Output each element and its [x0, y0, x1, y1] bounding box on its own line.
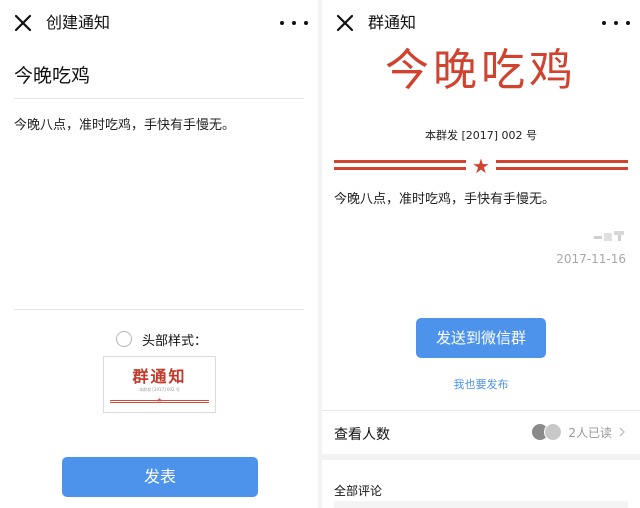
send-to-wechat-group-button[interactable]: 发送到微信群: [416, 318, 546, 358]
document-number: 本群发 [2017] 002 号: [424, 129, 538, 142]
i-also-publish-link[interactable]: 我也要发布: [322, 376, 640, 392]
publish-button[interactable]: 发表: [62, 457, 258, 497]
radio-circle-icon[interactable]: [116, 331, 132, 347]
page-title: 群通知: [368, 13, 417, 32]
viewers-label: 查看人数: [334, 427, 390, 443]
avatar: [544, 423, 563, 441]
comment-input[interactable]: [334, 501, 628, 508]
nav-bar: 群通知: [322, 0, 640, 46]
notice-date: 2017-11-16: [556, 252, 626, 266]
star-icon: ★: [466, 154, 496, 178]
more-dots-icon[interactable]: [280, 12, 308, 34]
header-style-label: 头部样式：: [142, 333, 208, 349]
notice-title-input[interactable]: 今晚吃鸡: [14, 60, 304, 92]
divider: [14, 309, 304, 310]
divider: [14, 98, 304, 99]
notice-body-input[interactable]: 今晚八点，准时吃鸡，手快有手慢无。: [14, 116, 304, 296]
group-notice-screen: 群通知 今晚吃鸡 本群发 [2017] 002 号 ★ 今晚八点，准时吃鸡，手快…: [322, 0, 640, 508]
header-style-thumbnail[interactable]: 群通知 本群发 [2017] 002 号 ★: [103, 356, 216, 413]
header-style-option[interactable]: 头部样式：: [116, 328, 207, 350]
nav-bar: 创建通知: [0, 0, 318, 46]
divider: [322, 410, 640, 411]
page-title: 创建通知: [46, 13, 111, 32]
viewers-row[interactable]: 2人已读: [532, 421, 628, 443]
notice-headline: 今晚吃鸡: [385, 45, 577, 96]
notice-body: 今晚八点，准时吃鸡，手快有手慢无。: [334, 192, 556, 207]
all-comments-label: 全部评论: [334, 484, 383, 498]
star-icon: ★: [156, 397, 163, 404]
read-count: 2人已读: [568, 425, 612, 440]
signature-icon: [594, 231, 624, 241]
close-icon[interactable]: [12, 12, 34, 34]
thumbnail-subtitle: 本群发 [2017] 002 号: [139, 387, 180, 392]
more-dots-icon[interactable]: [602, 12, 630, 34]
close-icon[interactable]: [334, 12, 356, 34]
chevron-right-icon: [619, 427, 625, 437]
create-notice-screen: 创建通知 今晚吃鸡 今晚八点，准时吃鸡，手快有手慢无。 头部样式： 群通知 本群…: [0, 0, 318, 508]
thumbnail-title: 群通知: [132, 367, 187, 386]
section-divider: [322, 454, 640, 460]
